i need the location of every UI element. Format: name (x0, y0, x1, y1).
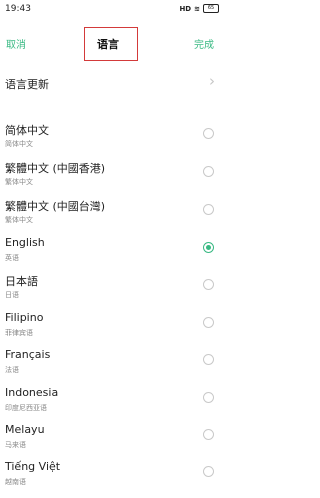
language-item[interactable]: 繁體中文 (中國台灣) 繁体中文 (0, 198, 225, 236)
language-name: 简体中文 (5, 124, 49, 137)
status-icons: HD ≋ 65 (179, 4, 219, 13)
language-subtitle: 菲律宾语 (5, 329, 33, 337)
battery-icon: 65 (203, 4, 219, 13)
hd-indicator: HD (179, 4, 192, 13)
language-item[interactable]: Melayu 马来语 (0, 423, 225, 461)
chevron-right-icon: › (209, 72, 215, 90)
language-name: 繁體中文 (中國台灣) (5, 200, 106, 213)
language-name: Tiếng Việt (5, 460, 61, 473)
language-name: Français (5, 348, 51, 361)
language-subtitle: 繁体中文 (5, 178, 33, 186)
status-time: 19:43 (5, 4, 31, 14)
language-name: Filipino (5, 311, 44, 324)
radio-button[interactable] (203, 204, 214, 215)
radio-button[interactable] (203, 392, 214, 403)
language-item[interactable]: Filipino 菲律宾语 (0, 311, 225, 349)
language-item[interactable]: Tiếng Việt 越南语 (0, 460, 225, 498)
language-subtitle: 马来语 (5, 441, 26, 449)
wifi-icon: ≋ (194, 4, 200, 13)
language-item[interactable]: Français 法语 (0, 348, 225, 386)
radio-button[interactable] (203, 242, 214, 253)
language-subtitle: 印度尼西亚语 (5, 404, 47, 412)
header: 取消 语言 完成 (0, 24, 225, 64)
language-item[interactable]: 日本語 日语 (0, 273, 225, 311)
language-subtitle: 简体中文 (5, 140, 33, 148)
language-subtitle: 越南语 (5, 478, 26, 486)
language-name: English (5, 236, 45, 249)
radio-button[interactable] (203, 279, 214, 290)
radio-button[interactable] (203, 317, 214, 328)
language-subtitle: 日语 (5, 291, 19, 299)
language-item[interactable]: Indonesia 印度尼西亚语 (0, 386, 225, 424)
done-button[interactable]: 完成 (194, 36, 214, 51)
language-name: 繁體中文 (中國香港) (5, 162, 106, 175)
radio-button[interactable] (203, 466, 214, 477)
language-subtitle: 英语 (5, 254, 19, 262)
radio-button[interactable] (203, 166, 214, 177)
language-subtitle: 繁体中文 (5, 216, 33, 224)
language-item[interactable]: English 英语 (0, 236, 225, 274)
status-bar: 19:43 HD ≋ 65 (0, 0, 225, 20)
radio-button[interactable] (203, 354, 214, 365)
language-name: 日本語 (5, 275, 38, 288)
language-item[interactable]: 简体中文 简体中文 (0, 122, 225, 160)
radio-button[interactable] (203, 128, 214, 139)
language-update-label: 语言更新 (5, 78, 49, 91)
cancel-button[interactable]: 取消 (6, 36, 26, 51)
language-update-row[interactable]: 语言更新 › (0, 68, 225, 98)
page-title: 语言 (97, 38, 119, 51)
language-subtitle: 法语 (5, 366, 19, 374)
radio-button[interactable] (203, 429, 214, 440)
language-name: Indonesia (5, 386, 59, 399)
language-name: Melayu (5, 423, 45, 436)
language-item[interactable]: 繁體中文 (中國香港) 繁体中文 (0, 160, 225, 198)
